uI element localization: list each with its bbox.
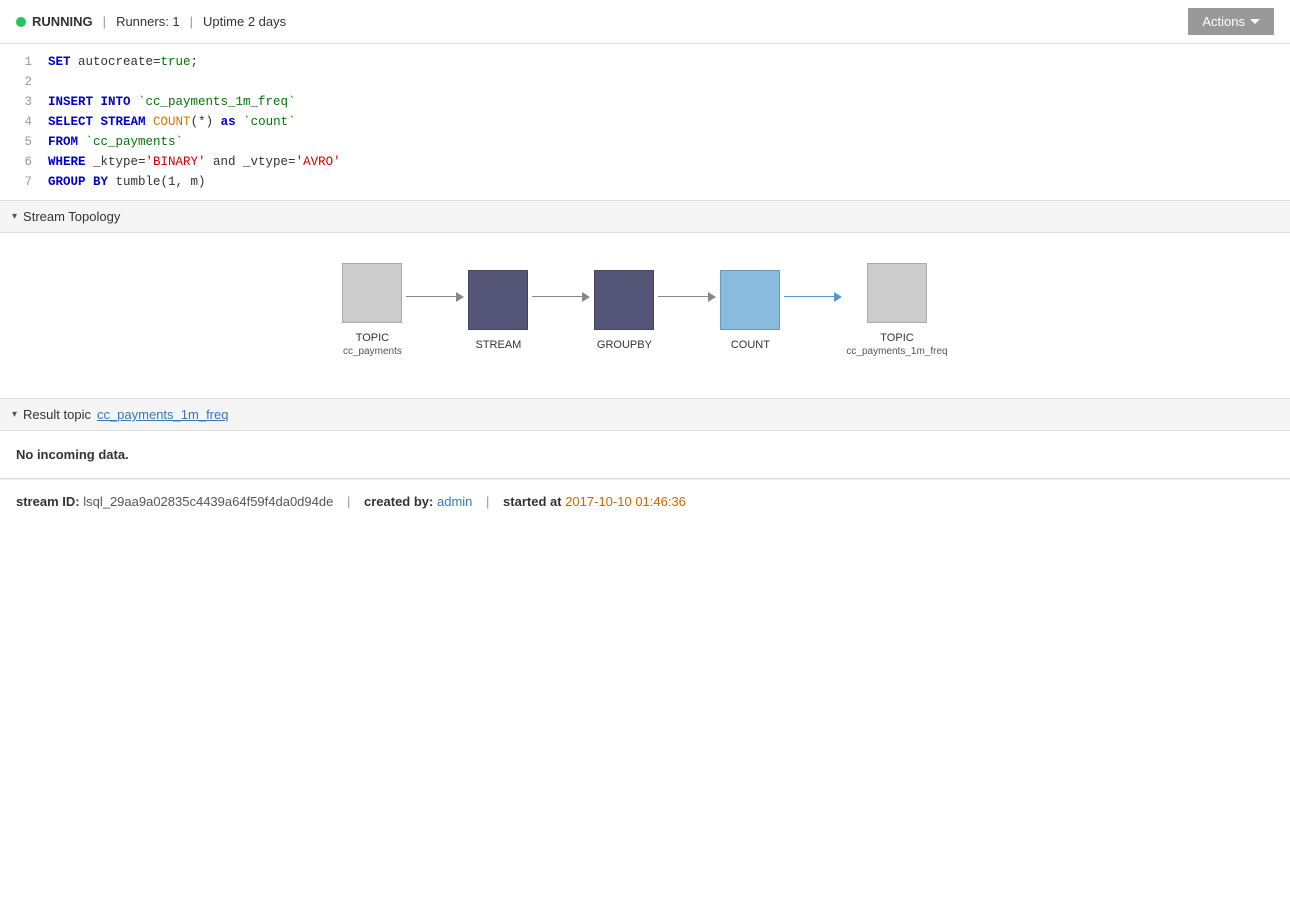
footer-sep-1: | [347, 494, 350, 509]
topology-diagram: TOPIC cc_payments STREAM GROUPBY [342, 263, 947, 358]
topo-label-topic-source: TOPIC cc_payments [343, 331, 402, 358]
topo-box-topic-source [342, 263, 402, 323]
topo-node-title-count: COUNT [731, 338, 770, 352]
created-by-key: created by: [364, 494, 433, 509]
arrow-line-4 [784, 296, 834, 297]
code-block: 1 SET autocreate=true; 2 3 INSERT INTO `… [0, 44, 1290, 201]
code-text-3: INSERT INTO `cc_payments_1m_freq` [48, 92, 296, 112]
result-topic-link[interactable]: cc_payments_1m_freq [97, 407, 229, 422]
topo-label-count: COUNT [731, 338, 770, 352]
header-sep-1: | [103, 14, 106, 29]
code-text-6: WHERE _ktype='BINARY' and _vtype='AVRO' [48, 152, 341, 172]
code-line-4: 4 SELECT STREAM COUNT(*) as `count` [0, 112, 1290, 132]
topo-box-count [720, 270, 780, 330]
result-section: ▾ Result topic cc_payments_1m_freq No in… [0, 399, 1290, 479]
code-line-3: 3 INSERT INTO `cc_payments_1m_freq` [0, 92, 1290, 112]
topology-chevron-icon: ▾ [12, 211, 17, 222]
code-text-5: FROM `cc_payments` [48, 132, 183, 152]
uptime-label: Uptime 2 days [203, 14, 286, 29]
arrow-line-3 [658, 296, 708, 297]
topo-node-topic-source: TOPIC cc_payments [342, 263, 402, 358]
line-num-3: 3 [8, 92, 32, 112]
footer-bar: stream ID: lsql_29aa9a02835c4439a64f59f4… [0, 479, 1290, 523]
arrow-head-1 [456, 292, 464, 302]
code-text-1: SET autocreate=true; [48, 52, 198, 72]
stream-id-val: lsql_29aa9a02835c4439a64f59f4da0d94de [83, 494, 333, 509]
arrow-head-3 [708, 292, 716, 302]
arrow-head-4 [834, 292, 842, 302]
topo-node-title-groupby: GROUPBY [597, 338, 652, 352]
topo-label-groupby: GROUPBY [597, 338, 652, 352]
topo-box-groupby [594, 270, 654, 330]
stream-id-key: stream ID: [16, 494, 80, 509]
topo-node-count: COUNT [720, 270, 780, 352]
no-data-label: No incoming data. [0, 431, 1290, 478]
topo-arrow-2 [532, 292, 590, 302]
header-sep-2: | [190, 14, 193, 29]
code-line-2: 2 [0, 72, 1290, 92]
topology-area: TOPIC cc_payments STREAM GROUPBY [0, 233, 1290, 399]
arrow-line-1 [406, 296, 456, 297]
code-line-1: 1 SET autocreate=true; [0, 52, 1290, 72]
started-at-val: 2017-10-10 01:46:36 [565, 494, 686, 509]
actions-caret-icon [1250, 19, 1260, 24]
topo-node-stream: STREAM [468, 270, 528, 352]
actions-button[interactable]: Actions [1188, 8, 1274, 35]
line-num-5: 5 [8, 132, 32, 152]
runners-label: Runners: 1 [116, 14, 180, 29]
result-section-label: Result topic [23, 407, 91, 422]
topology-section-label: Stream Topology [23, 209, 120, 224]
topo-label-stream: STREAM [475, 338, 521, 352]
topo-node-topic-dest: TOPIC cc_payments_1m_freq [846, 263, 947, 358]
code-text-7: GROUP BY tumble(1, m) [48, 172, 206, 192]
topo-node-sublabel-dest: cc_payments_1m_freq [846, 345, 947, 358]
line-num-2: 2 [8, 72, 32, 92]
topo-label-topic-dest: TOPIC cc_payments_1m_freq [846, 331, 947, 358]
arrow-line-2 [532, 296, 582, 297]
line-num-7: 7 [8, 172, 32, 192]
created-by-val: admin [437, 494, 472, 509]
started-at-key: started at [503, 494, 562, 509]
topo-node-sublabel-source: cc_payments [343, 345, 402, 358]
result-chevron-icon: ▾ [12, 409, 17, 420]
topo-node-title-stream: STREAM [475, 338, 521, 352]
topo-arrow-1 [406, 292, 464, 302]
code-line-5: 5 FROM `cc_payments` [0, 132, 1290, 152]
header-bar: RUNNING | Runners: 1 | Uptime 2 days Act… [0, 0, 1290, 44]
topo-box-topic-dest [867, 263, 927, 323]
line-num-6: 6 [8, 152, 32, 172]
topo-node-title-source: TOPIC [343, 331, 402, 345]
topo-box-stream [468, 270, 528, 330]
arrow-head-2 [582, 292, 590, 302]
code-text-4: SELECT STREAM COUNT(*) as `count` [48, 112, 296, 132]
topology-section-header[interactable]: ▾ Stream Topology [0, 201, 1290, 233]
topo-arrow-3 [658, 292, 716, 302]
footer-sep-2: | [486, 494, 489, 509]
line-num-1: 1 [8, 52, 32, 72]
topo-arrow-4 [784, 292, 842, 302]
status-dot [16, 17, 26, 27]
code-line-6: 6 WHERE _ktype='BINARY' and _vtype='AVRO… [0, 152, 1290, 172]
status-label: RUNNING [32, 14, 93, 29]
line-num-4: 4 [8, 112, 32, 132]
topo-node-title-dest: TOPIC [846, 331, 947, 345]
code-line-7: 7 GROUP BY tumble(1, m) [0, 172, 1290, 192]
topo-node-groupby: GROUPBY [594, 270, 654, 352]
code-text-2 [48, 72, 56, 92]
result-section-header: ▾ Result topic cc_payments_1m_freq [0, 399, 1290, 431]
actions-label: Actions [1202, 14, 1245, 29]
